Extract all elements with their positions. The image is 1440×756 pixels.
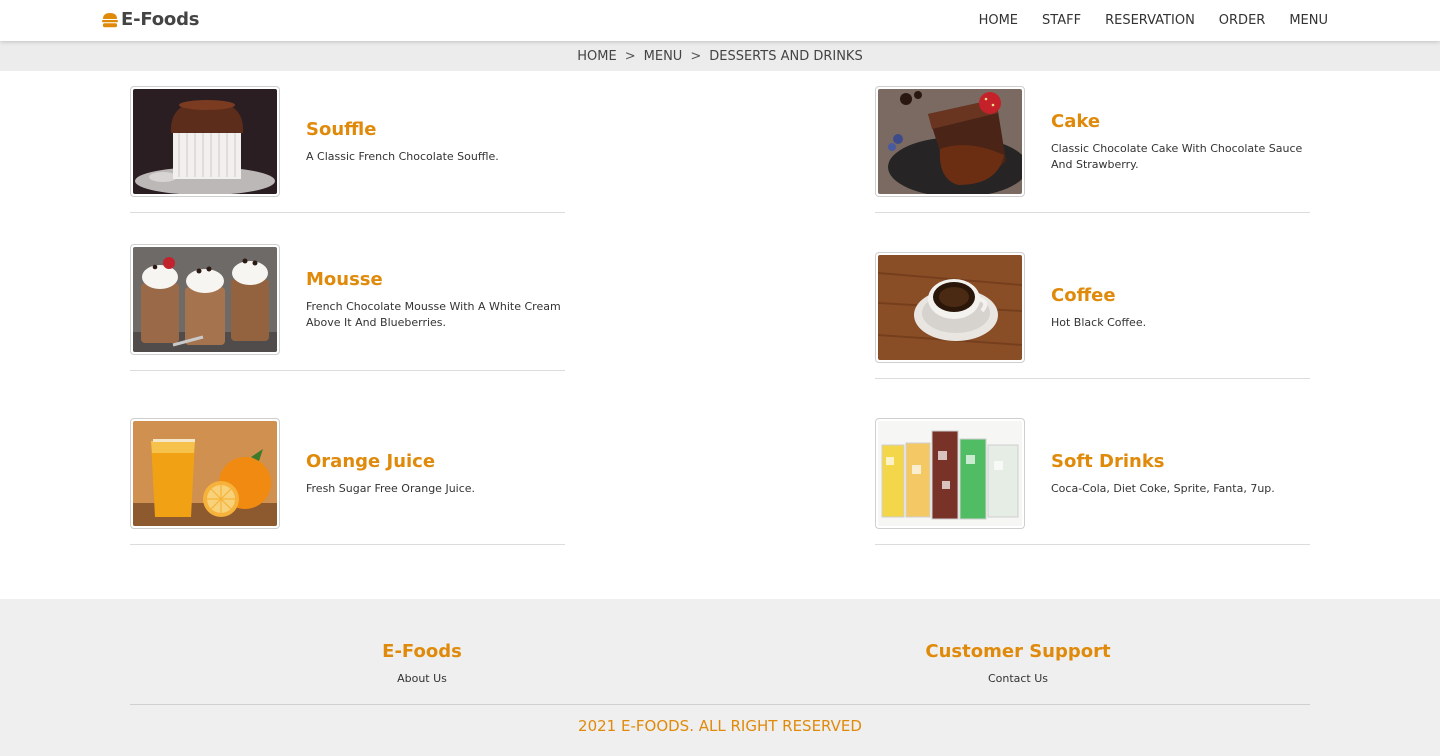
nav-menu-link[interactable]: MENU	[1289, 13, 1328, 28]
footer-column-title: Customer Support	[925, 641, 1111, 662]
burger-icon	[102, 12, 118, 27]
cake-picture	[878, 89, 1022, 194]
soft-drinks-picture	[878, 421, 1022, 526]
menu-item-text: Coffee Hot Black Coffee.	[1051, 237, 1310, 378]
about-us-link[interactable]: About Us	[397, 672, 447, 685]
brand-logo[interactable]: E-Foods	[101, 9, 199, 30]
contact-us-link[interactable]: Contact Us	[988, 672, 1048, 685]
footer-column-title: E-Foods	[382, 641, 462, 662]
menu-item-cake[interactable]: Cake Classic Chocolate Cake With Chocola…	[875, 71, 1310, 213]
nav-home-link[interactable]: HOME	[979, 13, 1018, 28]
breadcrumb: HOME > MENU > DESSERTS AND DRINKS	[0, 41, 1440, 71]
breadcrumb-separator: >	[690, 48, 702, 64]
menu-item-title: Souffle	[306, 118, 377, 140]
menu-item-orange-juice[interactable]: Orange Juice Fresh Sugar Free Orange Jui…	[130, 403, 565, 545]
menu-item-title: Coffee	[1051, 284, 1116, 306]
brand-name: E-Foods	[121, 9, 200, 30]
nav-staff-link[interactable]: STAFF	[1042, 13, 1081, 28]
menu-item-coffee[interactable]: Coffee Hot Black Coffee.	[875, 237, 1310, 379]
nav-reservation-link[interactable]: RESERVATION	[1105, 13, 1195, 28]
menu-item-description: Classic Chocolate Cake With Chocolate Sa…	[1051, 141, 1303, 171]
menu-item-mousse[interactable]: Mousse French Chocolate Mousse With A Wh…	[130, 229, 565, 371]
breadcrumb-separator: >	[624, 48, 636, 64]
footer: E-Foods About Us Customer Support Contac…	[0, 599, 1440, 756]
footer-column-support: Customer Support Contact Us	[818, 641, 1218, 686]
menu-item-text: Mousse French Chocolate Mousse With A Wh…	[306, 229, 565, 370]
menu-item-text: Cake Classic Chocolate Cake With Chocola…	[1051, 71, 1310, 212]
menu-item-description: A Classic French Chocolate Souffle.	[306, 149, 499, 163]
breadcrumb-home[interactable]: HOME	[577, 49, 616, 64]
menu-item-title: Orange Juice	[306, 450, 436, 472]
menu-item-description: Fresh Sugar Free Orange Juice.	[306, 481, 476, 495]
menu-item-souffle[interactable]: Souffle A Classic French Chocolate Souff…	[130, 71, 565, 213]
nav-links: HOME STAFF RESERVATION ORDER MENU	[955, 0, 1328, 41]
coffee-image[interactable]	[875, 252, 1025, 363]
orange-juice-image[interactable]	[130, 418, 280, 529]
menu-item-title: Cake	[1051, 110, 1101, 132]
cake-image[interactable]	[875, 86, 1025, 197]
nav-order-link[interactable]: ORDER	[1219, 13, 1266, 28]
souffle-image[interactable]	[130, 86, 280, 197]
menu-item-description: French Chocolate Mousse With A White Cre…	[306, 299, 561, 329]
breadcrumb-current: DESSERTS AND DRINKS	[709, 48, 863, 64]
coffee-picture	[878, 255, 1022, 360]
copyright-text: 2021 E-FOODS. ALL RIGHT RESERVED	[578, 717, 862, 735]
mousse-image[interactable]	[130, 244, 280, 355]
soft-drinks-image[interactable]	[875, 418, 1025, 529]
menu-item-soft-drinks[interactable]: Soft Drinks Coca-Cola, Diet Coke, Sprite…	[875, 403, 1310, 545]
menu-item-text: Orange Juice Fresh Sugar Free Orange Jui…	[306, 403, 565, 544]
navbar: E-Foods HOME STAFF RESERVATION ORDER MEN…	[0, 0, 1440, 41]
menu-item-title: Mousse	[306, 268, 383, 290]
menu-item-title: Soft Drinks	[1051, 450, 1165, 472]
orange-juice-picture	[133, 421, 277, 526]
souffle-picture	[133, 89, 277, 194]
footer-column-efoods: E-Foods About Us	[222, 641, 622, 686]
menu-item-description: Coca-Cola, Diet Coke, Sprite, Fanta, 7up…	[1051, 481, 1275, 495]
breadcrumb-menu[interactable]: MENU	[644, 49, 683, 64]
footer-divider	[130, 704, 1310, 705]
menu-item-text: Souffle A Classic French Chocolate Souff…	[306, 71, 565, 212]
mousse-picture	[133, 247, 277, 352]
menu-item-description: Hot Black Coffee.	[1051, 315, 1147, 329]
menu-item-text: Soft Drinks Coca-Cola, Diet Coke, Sprite…	[1051, 403, 1310, 544]
